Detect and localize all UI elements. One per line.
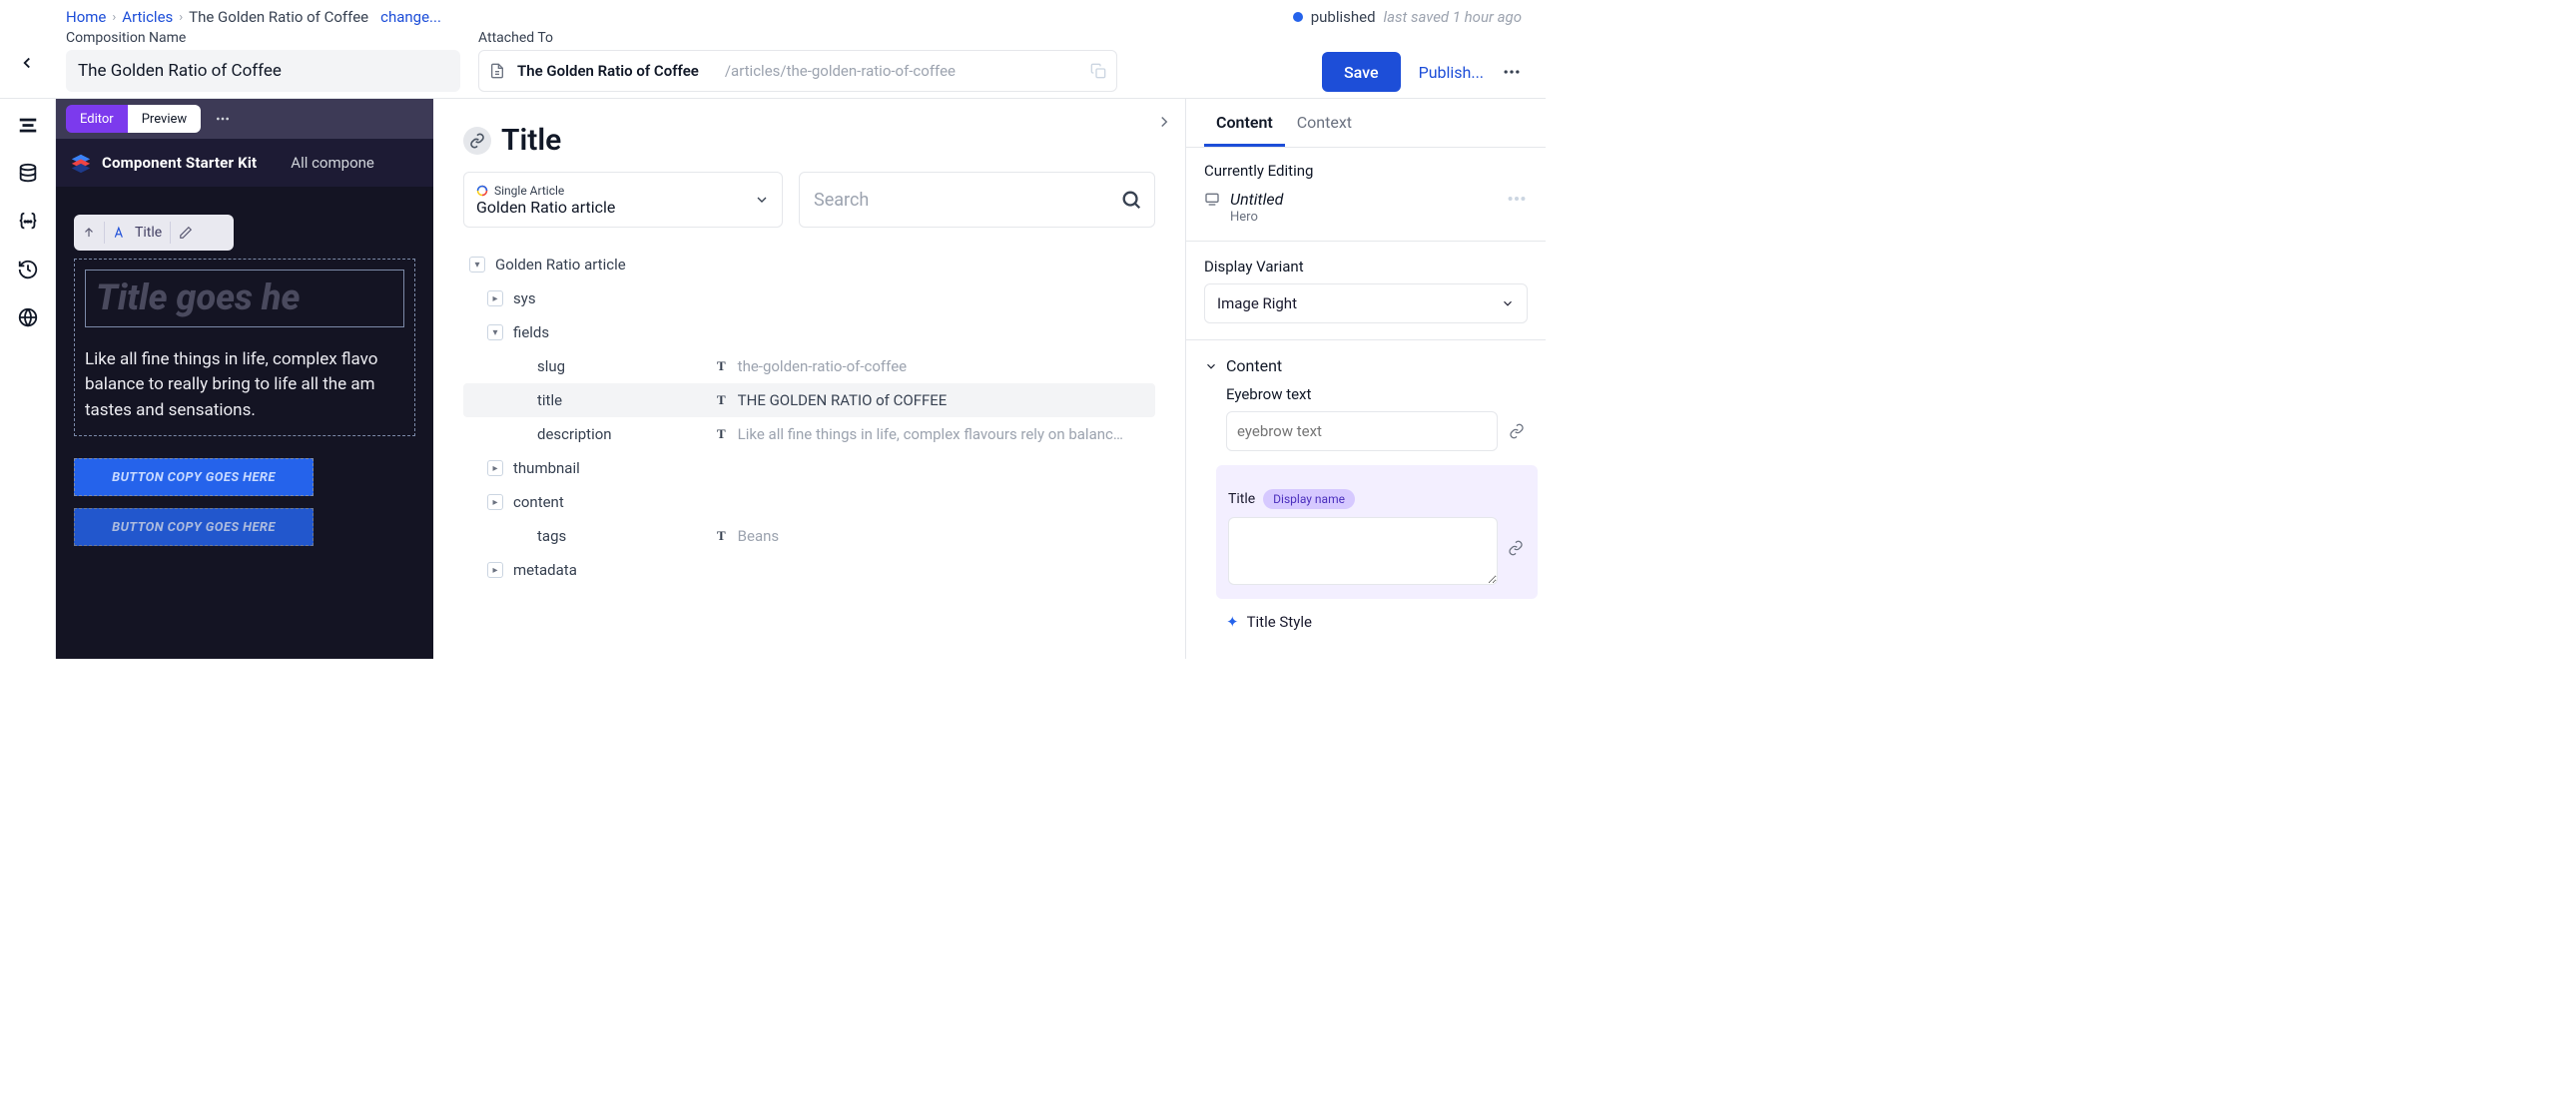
chevron-right-icon: › <box>112 10 116 25</box>
move-up-icon[interactable] <box>82 226 96 240</box>
hero-cta-2[interactable]: BUTTON COPY GOES HERE <box>74 508 314 546</box>
sparkle-icon: ✦ <box>1226 613 1239 631</box>
search-input[interactable] <box>814 190 1140 211</box>
tree-content[interactable]: ▸ content <box>463 485 1155 519</box>
tree-tags[interactable]: tags TBeans <box>463 519 1155 553</box>
code-braces-icon[interactable] <box>17 211 39 233</box>
title-textarea[interactable] <box>1228 517 1498 585</box>
save-button[interactable]: Save <box>1322 52 1401 92</box>
left-rail <box>0 99 56 659</box>
chevron-down-icon <box>1501 296 1515 310</box>
editing-title: Untitled <box>1230 190 1283 209</box>
inline-toolbar[interactable]: Title <box>74 215 234 251</box>
caret-right-icon[interactable]: ▸ <box>487 460 503 476</box>
text-type-icon: T <box>717 528 726 544</box>
attached-path: /articles/the-golden-ratio-of-coffee <box>725 62 956 80</box>
tab-preview[interactable]: Preview <box>128 105 201 133</box>
nav-all-components[interactable]: All compone <box>291 154 374 172</box>
middle-panel-title: Title <box>501 123 561 158</box>
composition-name-input[interactable] <box>66 50 460 92</box>
tree-root[interactable]: ▾ Golden Ratio article <box>463 248 1155 281</box>
text-type-icon: T <box>717 358 726 374</box>
more-icon[interactable] <box>1502 62 1522 82</box>
inline-toolbar-label: Title <box>135 225 162 241</box>
datasource-value: Golden Ratio article <box>476 198 744 217</box>
status-label: published <box>1311 8 1376 26</box>
tab-context[interactable]: Context <box>1285 99 1364 147</box>
text-type-icon: T <box>717 392 726 408</box>
status-dot-icon <box>1293 12 1303 22</box>
eyebrow-label: Eyebrow text <box>1226 385 1528 403</box>
history-icon[interactable] <box>17 259 39 280</box>
canvas-more-icon[interactable] <box>215 111 231 127</box>
crumb-articles[interactable]: Articles <box>122 8 173 26</box>
attached-title: The Golden Ratio of Coffee <box>517 62 699 80</box>
datasource-select[interactable]: Single Article Golden Ratio article <box>463 172 783 228</box>
display-name-badge: Display name <box>1263 489 1355 509</box>
change-link[interactable]: change... <box>380 8 441 26</box>
tree-sys[interactable]: ▸ sys <box>463 281 1155 315</box>
display-variant-select[interactable]: Image Right <box>1204 283 1528 323</box>
text-style-icon[interactable] <box>113 226 127 240</box>
publish-button[interactable]: Publish... <box>1419 63 1484 82</box>
caret-right-icon[interactable]: ▸ <box>487 494 503 510</box>
tree-fields[interactable]: ▾ fields <box>463 315 1155 349</box>
attached-to-field[interactable]: The Golden Ratio of Coffee /articles/the… <box>478 50 1117 92</box>
tab-content[interactable]: Content <box>1204 99 1285 147</box>
tree-title[interactable]: title TTHE GOLDEN RATIO of COFFEE <box>463 383 1155 417</box>
attached-to-label: Attached To <box>478 30 1117 46</box>
link-parameter-icon[interactable] <box>1506 537 1526 559</box>
datasource-kicker: Single Article <box>476 184 744 198</box>
chevron-down-icon <box>754 192 770 208</box>
brand-name: Component Starter Kit <box>102 154 257 172</box>
contentful-icon <box>476 185 488 197</box>
brand-logo-icon <box>70 152 92 174</box>
tree-description[interactable]: description TLike all fine things in lif… <box>463 417 1155 451</box>
link-parameter-icon[interactable] <box>1506 420 1528 442</box>
content-group-header[interactable]: Content <box>1204 356 1528 375</box>
display-variant-label: Display Variant <box>1204 258 1528 275</box>
caret-down-icon[interactable]: ▾ <box>469 257 485 273</box>
crumb-current: The Golden Ratio of Coffee <box>189 8 368 26</box>
document-icon <box>489 63 505 79</box>
tree-slug[interactable]: slug Tthe-golden-ratio-of-coffee <box>463 349 1155 383</box>
database-icon[interactable] <box>17 163 39 185</box>
title-field-label: Title <box>1228 491 1255 507</box>
crumb-home[interactable]: Home <box>66 8 106 26</box>
chevron-down-icon <box>1204 359 1218 373</box>
link-icon <box>463 127 491 155</box>
caret-right-icon[interactable]: ▸ <box>487 290 503 306</box>
collapse-chevron-icon[interactable] <box>1155 113 1173 131</box>
hero-title-block[interactable]: Title goes he Like all fine things in li… <box>74 259 415 436</box>
hero-title-placeholder: Title goes he <box>96 278 393 318</box>
tree-metadata[interactable]: ▸ metadata <box>463 553 1155 587</box>
back-button[interactable] <box>18 54 36 72</box>
structure-icon[interactable] <box>17 115 39 137</box>
copy-icon[interactable] <box>1090 63 1106 79</box>
hero-cta-1[interactable]: BUTTON COPY GOES HERE <box>74 458 314 496</box>
breadcrumb: Home › Articles › The Golden Ratio of Co… <box>66 8 441 26</box>
last-saved: last saved 1 hour ago <box>1384 8 1522 26</box>
currently-editing-label: Currently Editing <box>1204 162 1528 180</box>
text-type-icon: T <box>717 426 726 442</box>
eyebrow-input[interactable] <box>1226 411 1498 451</box>
editing-subtype: Hero <box>1230 210 1528 225</box>
globe-icon[interactable] <box>17 306 39 328</box>
title-style-label: Title Style <box>1247 613 1312 631</box>
search-icon[interactable] <box>1120 189 1142 211</box>
composition-name-label: Composition Name <box>66 30 460 46</box>
component-icon <box>1204 191 1220 207</box>
caret-down-icon[interactable]: ▾ <box>487 324 503 340</box>
edit-pencil-icon[interactable] <box>179 226 193 240</box>
caret-right-icon[interactable]: ▸ <box>487 562 503 578</box>
tree-thumbnail[interactable]: ▸ thumbnail <box>463 451 1155 485</box>
hero-description: Like all fine things in life, complex fl… <box>85 347 404 424</box>
chevron-right-icon: › <box>179 10 183 25</box>
tab-editor[interactable]: Editor <box>66 105 128 133</box>
component-more-icon[interactable] <box>1506 188 1528 210</box>
